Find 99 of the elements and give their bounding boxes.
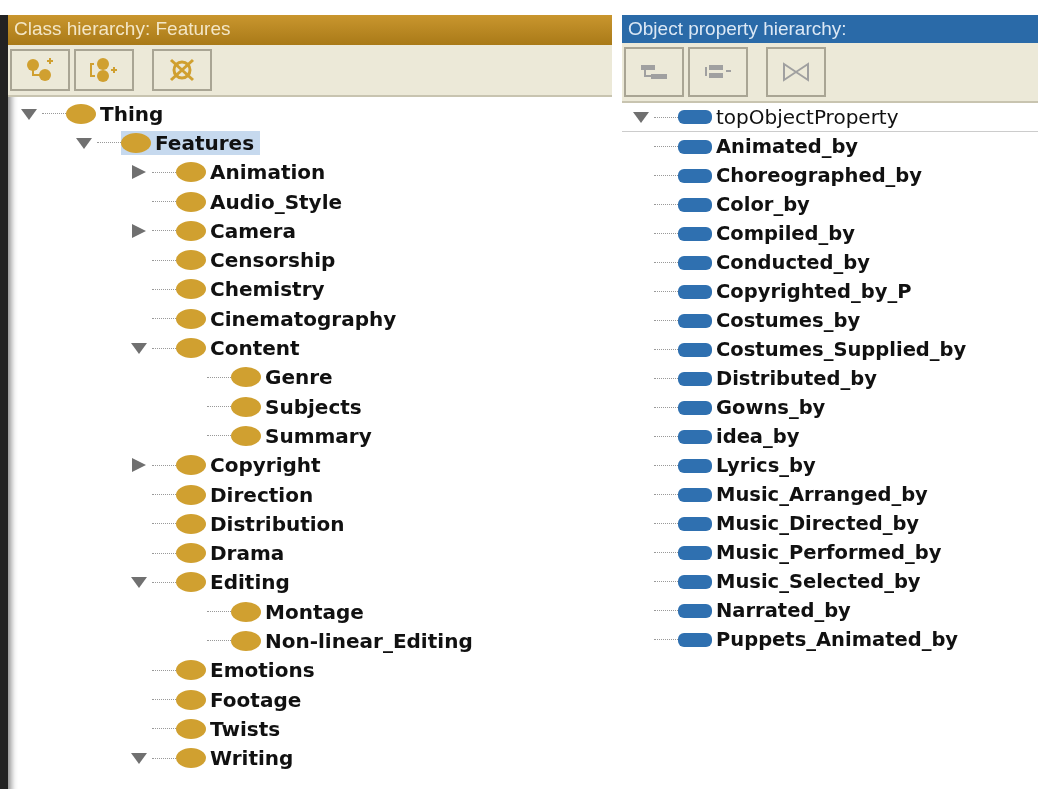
collapsed-arrow-icon[interactable] bbox=[130, 458, 148, 473]
tree-item[interactable]: Camera bbox=[176, 218, 302, 243]
class-icon bbox=[176, 162, 206, 183]
class-icon bbox=[176, 484, 206, 505]
tree-item[interactable]: Writing bbox=[176, 746, 300, 771]
tree-item[interactable]: Features bbox=[121, 130, 261, 155]
tree-item[interactable]: Thing bbox=[66, 101, 170, 126]
class-icon bbox=[176, 338, 206, 358]
tree-item[interactable]: Choreographed_by bbox=[678, 164, 928, 187]
panel-title: Object property hierarchy: bbox=[622, 15, 1038, 43]
expanded-arrow-icon[interactable] bbox=[632, 110, 650, 124]
class-icon bbox=[231, 601, 261, 622]
tree-item[interactable]: Gowns_by bbox=[678, 396, 832, 419]
property-icon bbox=[678, 342, 712, 357]
tree-item[interactable]: Editing bbox=[176, 570, 296, 595]
class-icon bbox=[176, 718, 206, 739]
expanded-arrow-icon[interactable] bbox=[130, 751, 148, 766]
tree-item[interactable]: Distributed_by bbox=[678, 367, 883, 390]
tree-item[interactable]: Costumes_Supplied_by bbox=[678, 338, 973, 361]
class-icon bbox=[231, 631, 261, 651]
tree-item[interactable]: Copyrighted_by_P bbox=[678, 280, 918, 303]
tree-item[interactable]: Montage bbox=[231, 599, 370, 624]
tree-item[interactable]: Emotions bbox=[176, 658, 321, 683]
tree-item[interactable]: Narrated_by bbox=[678, 599, 857, 622]
property-icon bbox=[678, 429, 712, 444]
tree-item[interactable]: Music_Arranged_by bbox=[678, 483, 934, 506]
property-icon bbox=[678, 226, 712, 241]
property-icon bbox=[678, 574, 712, 589]
class-icon bbox=[176, 250, 206, 271]
class-icon bbox=[176, 748, 206, 769]
property-icon bbox=[678, 487, 712, 502]
expanded-arrow-icon[interactable] bbox=[20, 106, 38, 121]
delete-icon bbox=[167, 57, 197, 83]
tree-item[interactable]: Lyrics_by bbox=[678, 454, 822, 477]
class-add-icon bbox=[89, 57, 119, 83]
tree-item[interactable]: Subjects bbox=[231, 394, 368, 419]
class-icon bbox=[231, 367, 261, 388]
class-icon bbox=[176, 543, 206, 564]
tree-item[interactable]: Content bbox=[176, 336, 306, 360]
tree-item[interactable]: Audio_Style bbox=[176, 189, 349, 214]
tree-item[interactable]: Costumes_by bbox=[678, 309, 867, 332]
expanded-arrow-icon[interactable] bbox=[130, 341, 148, 355]
tree-item[interactable]: Footage bbox=[176, 687, 308, 712]
property-icon bbox=[678, 458, 712, 473]
property-icon bbox=[678, 313, 712, 328]
tree-item[interactable]: Conducted_by bbox=[678, 251, 876, 274]
expanded-arrow-icon[interactable] bbox=[75, 135, 93, 150]
property-icon bbox=[678, 110, 712, 124]
property-icon bbox=[678, 255, 712, 270]
tree-item[interactable]: Animated_by bbox=[678, 135, 865, 158]
property-icon bbox=[678, 400, 712, 415]
tree-item[interactable]: Censorship bbox=[176, 248, 342, 273]
property-icon bbox=[678, 284, 712, 299]
class-add-icon bbox=[25, 57, 55, 83]
panel-title: Class hierarchy: Features bbox=[8, 15, 612, 45]
class-icon bbox=[176, 220, 206, 241]
collapsed-arrow-icon[interactable] bbox=[130, 223, 148, 238]
property-icon bbox=[678, 168, 712, 183]
tree-item[interactable]: topObjectProperty bbox=[678, 105, 905, 129]
tree-item[interactable]: Cinematography bbox=[176, 306, 403, 331]
property-icon bbox=[678, 139, 712, 154]
class-icon bbox=[121, 132, 151, 153]
tree-item[interactable]: Summary bbox=[231, 423, 378, 448]
tree-item[interactable]: Puppets_Animated_by bbox=[678, 628, 965, 651]
class-icon bbox=[176, 455, 206, 476]
delete-icon bbox=[781, 61, 811, 83]
tree-item[interactable]: Direction bbox=[176, 482, 320, 507]
tree-item[interactable]: Non-linear_Editing bbox=[231, 629, 479, 653]
class-icon bbox=[176, 308, 206, 329]
tree-item[interactable]: Music_Directed_by bbox=[678, 512, 926, 535]
class-icon bbox=[176, 689, 206, 710]
tree-item[interactable]: Animation bbox=[176, 160, 332, 185]
tree-item[interactable]: Chemistry bbox=[176, 277, 331, 302]
class-icon bbox=[176, 191, 206, 212]
property-icon bbox=[678, 545, 712, 560]
tree-item[interactable]: Music_Selected_by bbox=[678, 570, 927, 593]
property-icon bbox=[678, 632, 712, 647]
class-icon bbox=[231, 425, 261, 446]
tree-item[interactable]: Copyright bbox=[176, 453, 327, 478]
property-icon bbox=[678, 371, 712, 386]
property-icon bbox=[678, 603, 712, 618]
tree-item[interactable]: Twists bbox=[176, 716, 287, 741]
property-icon bbox=[678, 516, 712, 531]
collapsed-arrow-icon[interactable] bbox=[130, 165, 148, 180]
tree-item[interactable]: Compiled_by bbox=[678, 222, 861, 245]
tree-item[interactable]: Music_Performed_by bbox=[678, 541, 948, 564]
tree-item[interactable]: Distribution bbox=[176, 511, 351, 536]
class-icon bbox=[231, 396, 261, 417]
expanded-arrow-icon[interactable] bbox=[130, 575, 148, 590]
class-icon bbox=[176, 572, 206, 593]
tree-item[interactable]: Drama bbox=[176, 541, 291, 566]
class-icon bbox=[176, 279, 206, 300]
property-icon bbox=[678, 197, 712, 212]
tree-item[interactable]: idea_by bbox=[678, 425, 806, 448]
class-icon bbox=[176, 513, 206, 534]
tree-item[interactable]: Color_by bbox=[678, 193, 816, 216]
tree-item[interactable]: Genre bbox=[231, 365, 339, 390]
class-icon bbox=[176, 660, 206, 681]
class-icon bbox=[66, 103, 96, 124]
